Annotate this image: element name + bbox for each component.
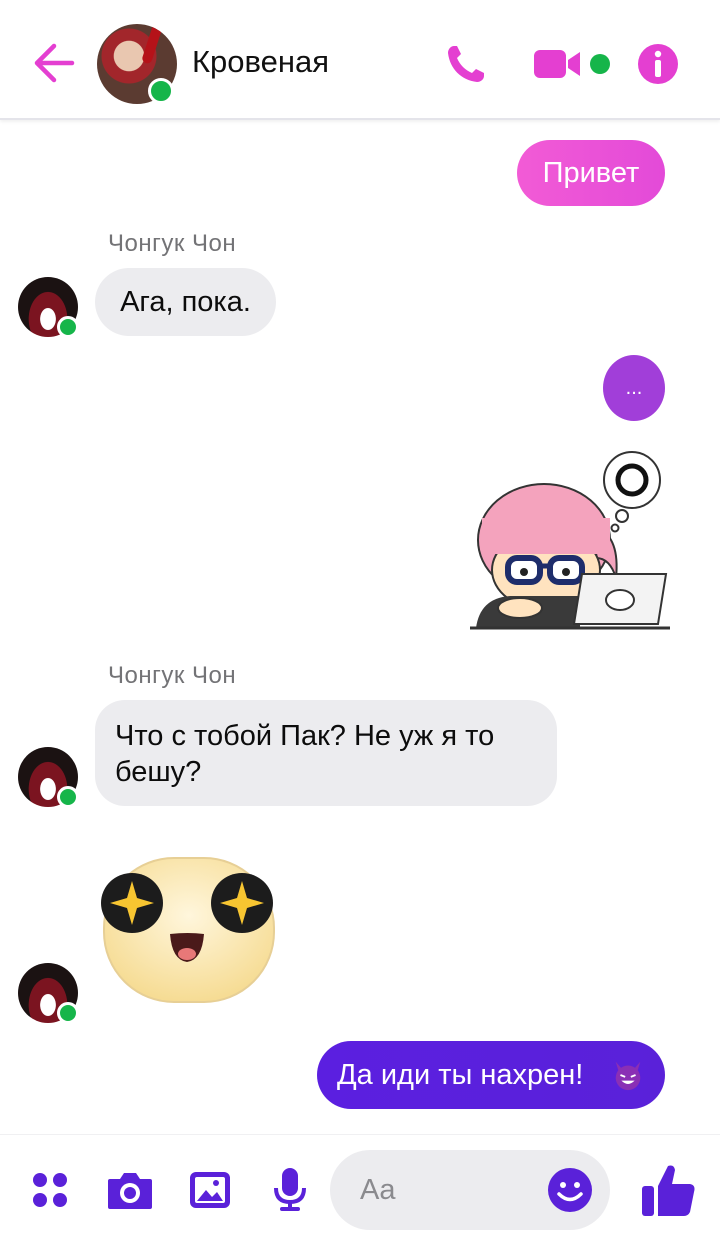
menu-dots-icon[interactable] [30,1170,70,1210]
incoming-message[interactable]: Ага, пока. [95,268,276,336]
girl-at-laptop-sticker[interactable] [470,448,670,632]
message-text-line: Что с тобой Пак? Не уж я то [115,720,495,752]
message-text: ... [625,377,643,399]
sender-name: Чонгук Чон [108,230,237,257]
video-online-indicator [590,54,610,74]
sender-name: Чонгук Чон [108,662,237,689]
back-arrow-icon[interactable] [28,38,78,88]
online-indicator [57,1002,79,1024]
outgoing-message[interactable]: Да иди ты нахрен! [317,1041,665,1109]
online-indicator [148,78,174,104]
sparkle-eyes-face-sticker[interactable] [98,848,280,1006]
outgoing-message[interactable]: ... [603,355,665,421]
message-text: Да иди ты нахрен! [337,1059,584,1091]
thumbs-up-icon[interactable] [638,1160,698,1220]
camera-icon[interactable] [106,1169,154,1211]
video-camera-icon[interactable] [532,46,582,82]
message-text: Привет [542,157,640,189]
emoji-icon[interactable] [546,1166,594,1214]
microphone-icon[interactable] [272,1166,308,1212]
message-text-line: бешу? [115,756,202,788]
phone-icon[interactable] [444,42,488,86]
chat-header: Кровеная [0,0,720,120]
contact-name[interactable]: Кровеная [192,44,329,80]
outgoing-message[interactable]: Привет [517,140,665,206]
gallery-image-icon[interactable] [188,1170,232,1210]
message-input-placeholder: Aa [360,1174,396,1206]
online-indicator [57,786,79,808]
info-icon[interactable] [636,42,680,86]
online-indicator [57,316,79,338]
message-text: Ага, пока. [120,286,251,318]
incoming-message[interactable]: Что с тобой Пак? Не уж я то бешу? [95,700,557,806]
smiling-devil-emoji-icon [615,1061,641,1091]
